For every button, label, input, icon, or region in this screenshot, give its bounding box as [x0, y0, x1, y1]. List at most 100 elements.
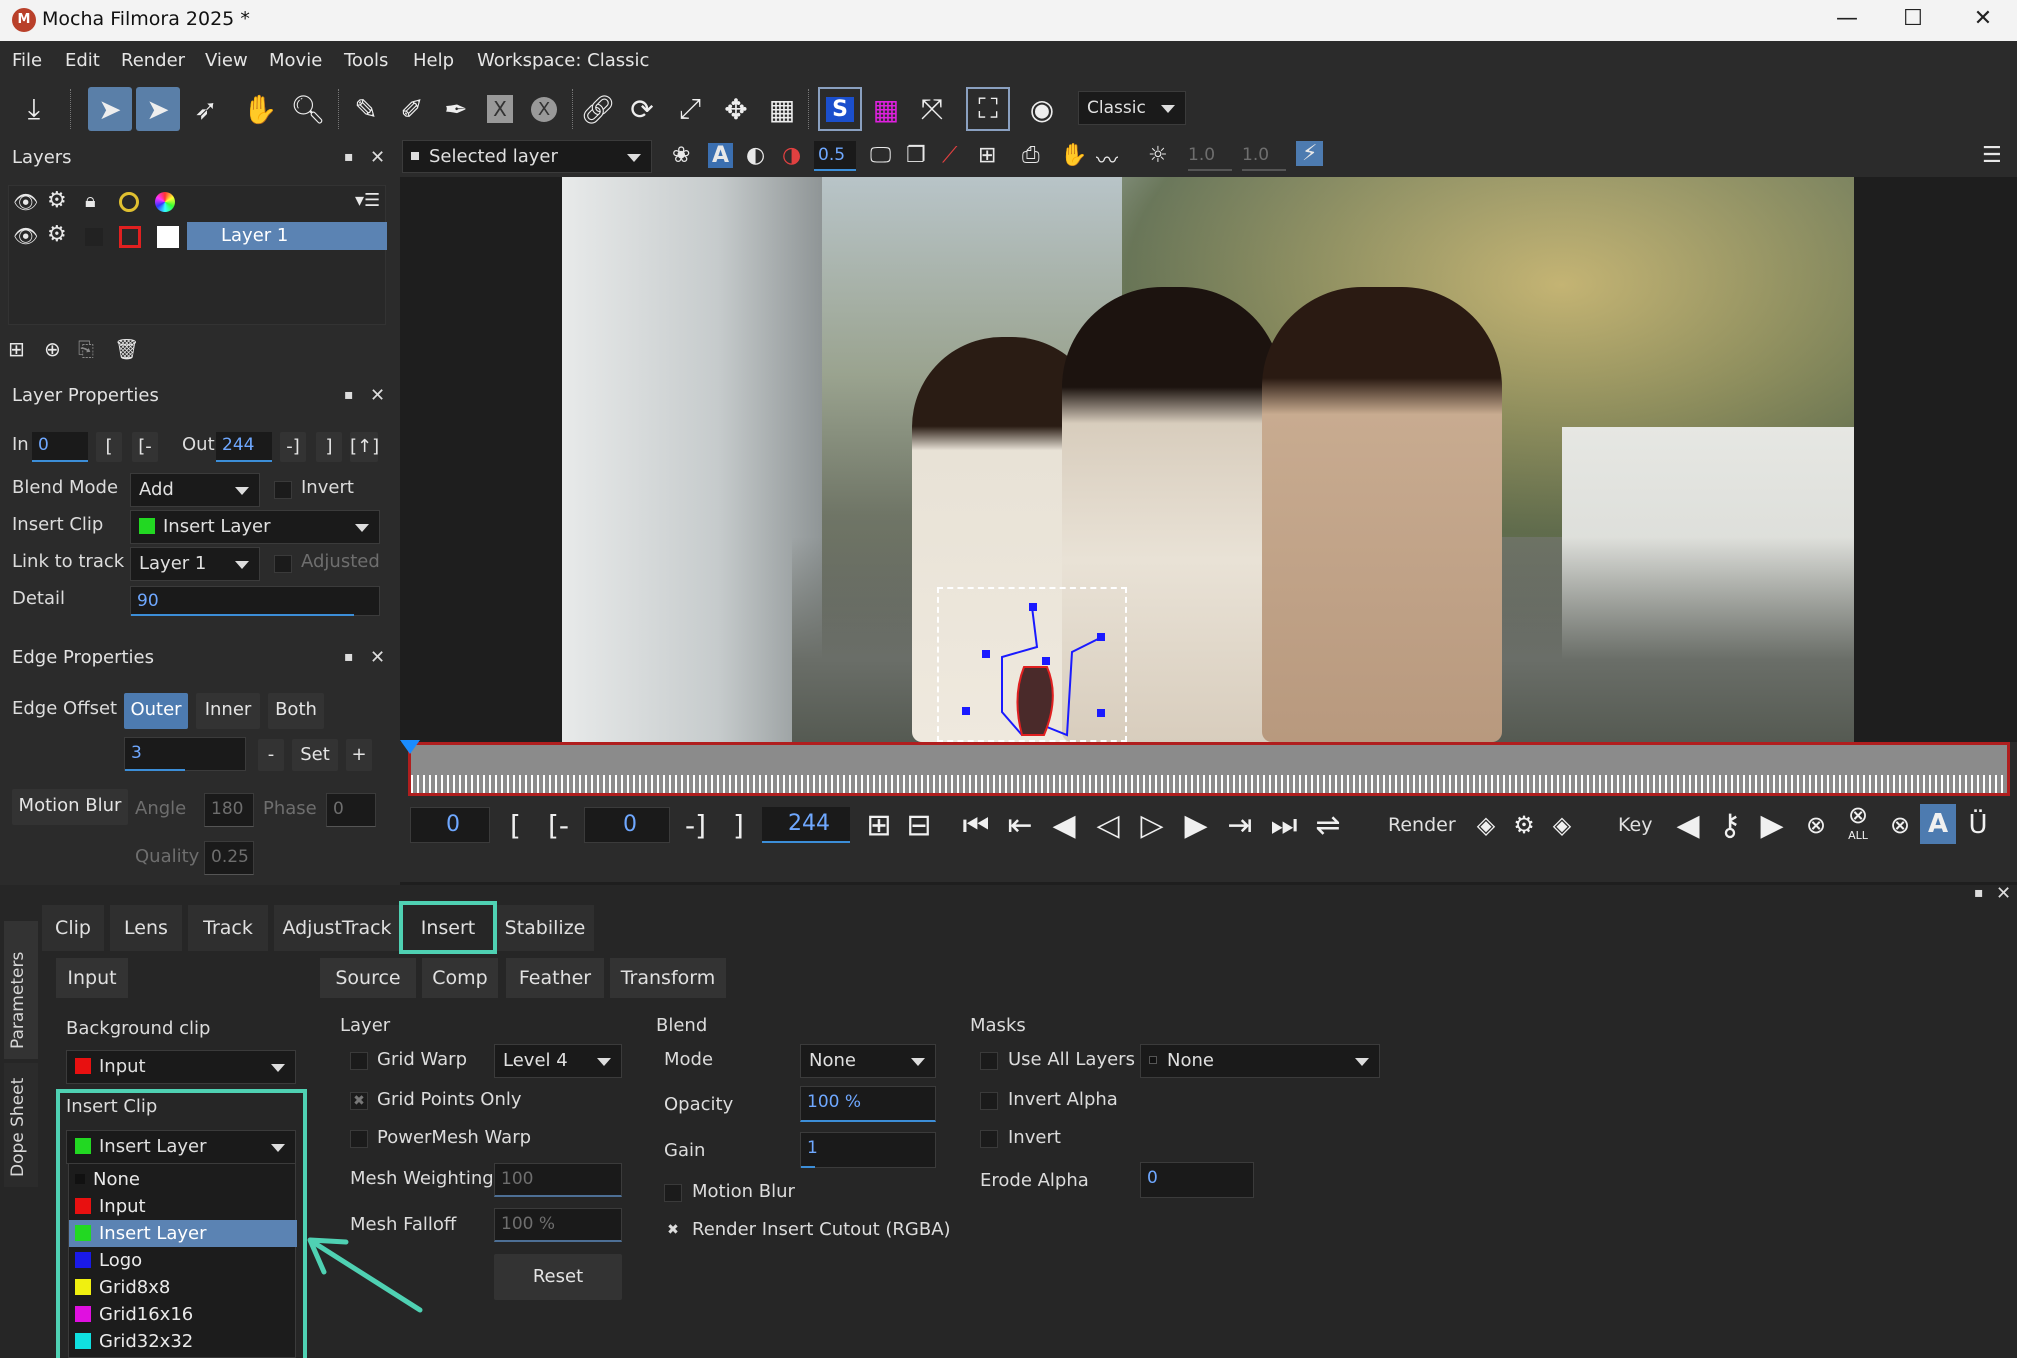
menu-render[interactable]: Render	[121, 50, 185, 71]
set-in-button[interactable]: [	[96, 432, 122, 462]
expand-icon[interactable]: ⤧	[910, 87, 954, 131]
menu-workspace[interactable]: Workspace: Classic	[477, 50, 649, 71]
angle-input[interactable]: 180	[204, 793, 254, 827]
layer-matte-swatch[interactable]	[157, 226, 179, 248]
maximize-button[interactable]: ☐	[1878, 0, 1948, 41]
circle-x-tool-icon[interactable]: X	[522, 87, 566, 131]
timeline-ruler[interactable]	[408, 742, 2010, 796]
in-frame-input[interactable]: 0	[410, 807, 490, 843]
dropdown-item-logo[interactable]: Logo	[69, 1247, 297, 1274]
layers-close-icon[interactable]: ✕	[370, 147, 385, 168]
masks-layer-dropdown[interactable]: None	[1140, 1044, 1380, 1078]
tab-lens[interactable]: Lens	[110, 905, 182, 951]
tab-clip[interactable]: Clip	[42, 905, 104, 951]
layers-float-icon[interactable]: ▪	[344, 149, 354, 165]
render-backward-icon[interactable]: ◈	[1468, 802, 1504, 848]
record-icon[interactable]: ◉	[1020, 87, 1064, 131]
outer-button[interactable]: Outer	[124, 693, 188, 729]
add-point-tool-icon[interactable]: ➶	[184, 87, 228, 131]
matte-icon[interactable]: ◐	[746, 143, 765, 168]
play-forward-icon[interactable]: ▶	[1176, 802, 1216, 848]
out-go-button[interactable]: -]	[280, 432, 306, 462]
zoom-tool-icon[interactable]: 🔍︎	[286, 87, 330, 131]
select-tool-icon[interactable]: ➤	[88, 87, 132, 131]
link-icon[interactable]: 🔗︎	[576, 87, 620, 131]
set-range-button[interactable]: [↑]	[350, 432, 379, 462]
layers-menu-icon[interactable]: ▾☰	[355, 190, 380, 211]
delete-layer-icon[interactable]: 🗑︎	[114, 337, 139, 361]
overlay-opacity-input[interactable]: 0.5	[814, 141, 856, 171]
trim-icon[interactable]: ⊞	[860, 802, 898, 848]
params-float-icon[interactable]: ▪	[1974, 885, 1984, 901]
reset-button[interactable]: Reset	[494, 1254, 622, 1300]
layer-props-float-icon[interactable]: ▪	[344, 387, 354, 403]
xspline-tool-icon[interactable]: ✎	[344, 87, 388, 131]
duplicate-layer-icon[interactable]: ⎘	[78, 337, 94, 361]
layer-1-row[interactable]: Layer 1	[187, 222, 387, 250]
masks-invert-checkbox[interactable]	[980, 1130, 998, 1148]
dropdown-item-grid16x16[interactable]: Grid16x16	[69, 1301, 297, 1328]
dropdown-item-insert-layer[interactable]: Insert Layer	[69, 1220, 297, 1247]
add-keyframe-icon[interactable]: ⚷	[1712, 802, 1748, 848]
edge-offset-input[interactable]: 3	[124, 737, 246, 771]
quality-input[interactable]: 0.25	[204, 841, 254, 875]
both-button[interactable]: Both	[268, 693, 324, 729]
go-in-button[interactable]: [-	[548, 809, 569, 842]
grid-points-only-checkbox[interactable]: ✖	[350, 1092, 368, 1110]
step-back-icon[interactable]: ◁	[1088, 802, 1128, 848]
overlay-icon[interactable]: ◑	[782, 143, 801, 168]
select-b-tool-icon[interactable]: ➤	[136, 87, 180, 131]
delete-all-keys-icon[interactable]: ⊗ ALL	[1840, 798, 1876, 844]
erode-alpha-input[interactable]: 0	[1140, 1162, 1254, 1198]
subtab-source[interactable]: Source	[320, 958, 416, 998]
phase-input[interactable]: 0	[326, 793, 376, 827]
edge-props-close-icon[interactable]: ✕	[370, 647, 385, 668]
last-frame-icon[interactable]: ⏭	[1264, 802, 1304, 848]
insert-clip-param-dropdown[interactable]: Insert Layer	[66, 1130, 296, 1164]
edge-plus-button[interactable]: +	[346, 739, 372, 771]
minimize-button[interactable]: —	[1812, 0, 1882, 41]
prev-key-icon[interactable]: ⇤	[1000, 802, 1040, 848]
loop-icon[interactable]: ⇌	[1308, 802, 1348, 848]
gamma-input[interactable]: 1.0	[1242, 141, 1286, 171]
spline-view-icon[interactable]: ⟋	[942, 143, 957, 168]
snapshot-icon[interactable]: ⎙	[1022, 143, 1040, 168]
surface-icon[interactable]: S	[818, 87, 862, 131]
menu-file[interactable]: File	[12, 50, 42, 71]
menu-view[interactable]: View	[205, 50, 248, 71]
new-layer-icon[interactable]: ⊕	[44, 337, 61, 361]
subtab-feather[interactable]: Feather	[506, 958, 604, 998]
out-frame-input[interactable]: 244	[762, 807, 850, 843]
dropdown-item-grid8x8[interactable]: Grid8x8	[69, 1274, 297, 1301]
params-close-icon[interactable]: ✕	[1996, 883, 2011, 904]
in-go-button[interactable]: [-	[132, 432, 158, 462]
motion-path-icon[interactable]: 〰	[1096, 143, 1118, 175]
blend-mode-param-dropdown[interactable]: None	[800, 1044, 936, 1078]
render-forward-icon[interactable]: ◈	[1544, 802, 1580, 848]
subtab-comp[interactable]: Comp	[422, 958, 498, 998]
edge-set-button[interactable]: Set	[292, 739, 338, 771]
first-frame-icon[interactable]: ⏮	[956, 802, 996, 848]
edge-minus-button[interactable]: -	[258, 739, 284, 771]
magnetic-tool-icon[interactable]: ✒	[434, 87, 478, 131]
delete-key-left-icon[interactable]: ⊗	[1798, 802, 1834, 848]
insert-clip-dropdown[interactable]: Insert Layer	[130, 510, 380, 544]
go-out-button[interactable]: -]	[685, 809, 706, 842]
grid-overlay-icon[interactable]: ▦	[864, 87, 908, 131]
range-icon[interactable]: ⊟	[900, 802, 938, 848]
layers-view-icon[interactable]: ❐	[906, 143, 926, 168]
key-options-icon[interactable]: Ü	[1960, 802, 1996, 848]
render-cutout-checkbox[interactable]: ✖	[664, 1222, 682, 1240]
edge-props-float-icon[interactable]: ▪	[344, 649, 354, 665]
set-out-bracket-button[interactable]: ]	[733, 809, 744, 842]
tracking-spline[interactable]	[932, 587, 1132, 742]
next-key-icon[interactable]: ⇥	[1220, 802, 1260, 848]
layer-visibility-icon[interactable]: 👁︎	[13, 224, 38, 248]
add-layer-icon[interactable]: ⊞	[8, 337, 25, 361]
link-to-track-dropdown[interactable]: Layer 1	[130, 547, 260, 581]
out-input[interactable]: 244	[216, 432, 272, 462]
alpha-icon[interactable]: A	[708, 143, 734, 168]
in-input[interactable]: 0	[32, 432, 88, 462]
layer-lock-icon[interactable]	[85, 228, 103, 246]
invert-checkbox[interactable]	[274, 481, 292, 499]
